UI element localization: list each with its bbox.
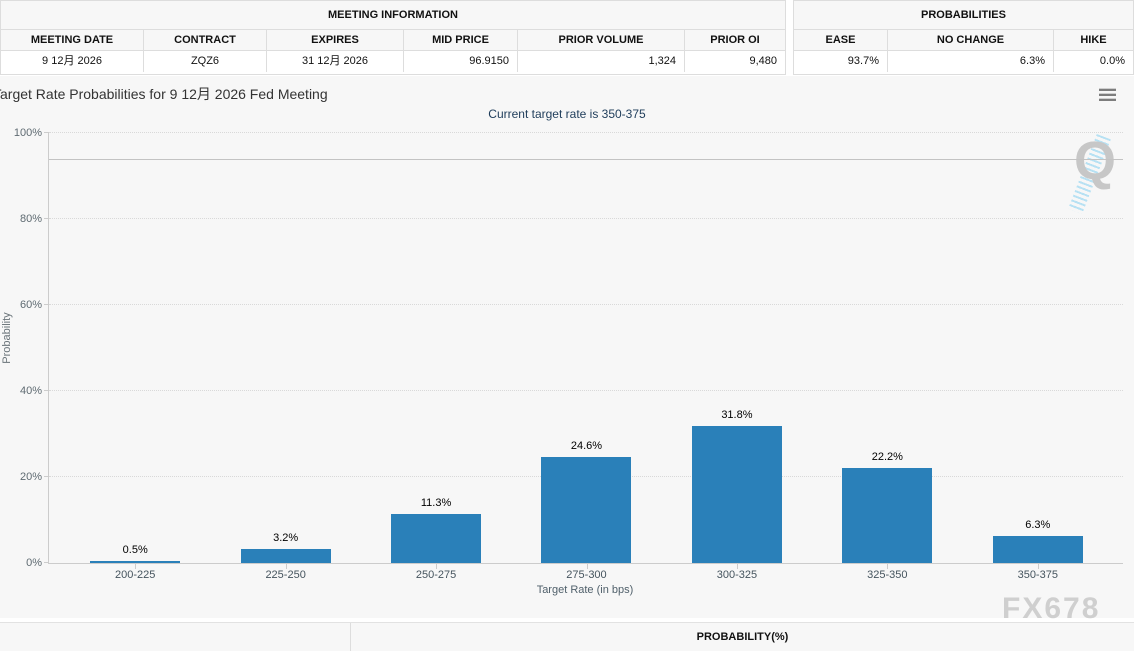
probability-bar[interactable] <box>541 457 631 563</box>
cell-value: 9,480 <box>685 51 785 72</box>
chart-context-menu-icon[interactable] <box>1099 88 1116 101</box>
bar-data-label: 31.8% <box>662 409 812 421</box>
probabilities-title: PROBABILITIES <box>794 1 1133 30</box>
column-header: PRIOR OI <box>685 30 785 51</box>
x-axis-tick <box>1038 564 1039 569</box>
x-axis-label: 300-325 <box>662 569 812 581</box>
category-slot: 24.6%275-300 <box>511 133 661 563</box>
probabilities-value-row: 93.7%6.3%0.0% <box>794 51 1133 72</box>
x-axis-label: 200-225 <box>60 569 210 581</box>
cell-value: 93.7% <box>794 51 888 72</box>
x-axis-tick <box>737 564 738 569</box>
y-axis-tick <box>44 562 49 563</box>
x-axis-title: Target Rate (in bps) <box>48 584 1122 596</box>
y-axis-label: 20% <box>2 471 42 483</box>
column-header: CONTRACT <box>144 30 267 51</box>
meeting-information-title: MEETING INFORMATION <box>1 1 785 30</box>
plot-area: 0%20%40%60%80%100%0.5%200-2253.2%225-250… <box>48 133 1123 564</box>
x-axis-tick <box>436 564 437 569</box>
y-axis-tick <box>44 476 49 477</box>
probability-bar[interactable] <box>241 549 331 563</box>
meeting-information-header-row: MEETING DATECONTRACTEXPIRESMID PRICEPRIO… <box>1 30 785 51</box>
x-axis-tick <box>135 564 136 569</box>
cell-value: 96.9150 <box>404 51 518 72</box>
footer-empty-cell <box>0 623 351 651</box>
x-axis-tick <box>286 564 287 569</box>
column-header: MEETING DATE <box>1 30 144 51</box>
y-axis-label: 0% <box>2 557 42 569</box>
column-header: EASE <box>794 30 888 51</box>
footer-table: PROBABILITY(%) <box>0 622 1134 651</box>
x-axis-tick <box>587 564 588 569</box>
bar-data-label: 0.5% <box>60 544 210 556</box>
y-axis-label: 40% <box>2 385 42 397</box>
target-rate-chart: Target Rate Probabilities for 9 12月 2026… <box>0 76 1134 618</box>
probability-bar[interactable] <box>993 536 1083 563</box>
category-slot: 3.2%225-250 <box>210 133 360 563</box>
category-slot: 6.3%350-375 <box>963 133 1113 563</box>
y-axis-tick <box>44 218 49 219</box>
cell-value: 0.0% <box>1054 51 1133 72</box>
fx678-watermark: FX678 <box>1002 592 1100 626</box>
cell-value: 9 12月 2026 <box>1 51 144 72</box>
cell-value: 1,324 <box>518 51 685 72</box>
column-header: PRIOR VOLUME <box>518 30 685 51</box>
bar-data-label: 24.6% <box>511 440 661 452</box>
y-axis-title: Probability <box>1 238 13 438</box>
category-slot: 31.8%300-325 <box>662 133 812 563</box>
bar-data-label: 3.2% <box>210 532 360 544</box>
chart-title: Target Rate Probabilities for 9 12月 2026… <box>0 84 328 104</box>
cell-value: 6.3% <box>888 51 1054 72</box>
y-axis-tick <box>44 390 49 391</box>
y-axis-tick <box>44 304 49 305</box>
column-header: NO CHANGE <box>888 30 1054 51</box>
bar-data-label: 6.3% <box>963 519 1113 531</box>
category-slot: 22.2%325-350 <box>812 133 962 563</box>
chart-subtitle: Current target rate is 350-375 <box>0 107 1134 121</box>
probabilities-table: PROBABILITIES EASENO CHANGEHIKE 93.7%6.3… <box>793 0 1134 75</box>
y-axis-label: 60% <box>2 299 42 311</box>
probability-bar[interactable] <box>842 468 932 563</box>
probability-bar[interactable] <box>692 426 782 563</box>
y-axis-label: 100% <box>2 127 42 139</box>
meeting-information-table: MEETING INFORMATION MEETING DATECONTRACT… <box>0 0 786 75</box>
category-slot: 0.5%200-225 <box>60 133 210 563</box>
x-axis-label: 350-375 <box>963 569 1113 581</box>
x-axis-label: 225-250 <box>210 569 360 581</box>
bar-data-label: 11.3% <box>361 497 511 509</box>
footer-probability-header: PROBABILITY(%) <box>351 623 1134 651</box>
y-axis-tick <box>44 132 49 133</box>
category-slot: 11.3%250-275 <box>361 133 511 563</box>
x-axis-label: 275-300 <box>511 569 661 581</box>
bar-data-label: 22.2% <box>812 451 962 463</box>
bar-slots: 0.5%200-2253.2%225-25011.3%250-27524.6%2… <box>60 133 1113 563</box>
cell-value: 31 12月 2026 <box>267 51 404 72</box>
cell-value: ZQZ6 <box>144 51 267 72</box>
column-header: MID PRICE <box>404 30 518 51</box>
x-axis-tick <box>887 564 888 569</box>
top-tables: MEETING INFORMATION MEETING DATECONTRACT… <box>0 0 1134 75</box>
y-axis-label: 80% <box>2 213 42 225</box>
probabilities-header-row: EASENO CHANGEHIKE <box>794 30 1133 51</box>
probability-bar[interactable] <box>90 561 180 563</box>
column-header: HIKE <box>1054 30 1133 51</box>
x-axis-label: 250-275 <box>361 569 511 581</box>
column-header: EXPIRES <box>267 30 404 51</box>
probability-bar[interactable] <box>391 514 481 563</box>
x-axis-label: 325-350 <box>812 569 962 581</box>
meeting-information-value-row: 9 12月 2026ZQZ631 12月 202696.91501,3249,4… <box>1 51 785 72</box>
